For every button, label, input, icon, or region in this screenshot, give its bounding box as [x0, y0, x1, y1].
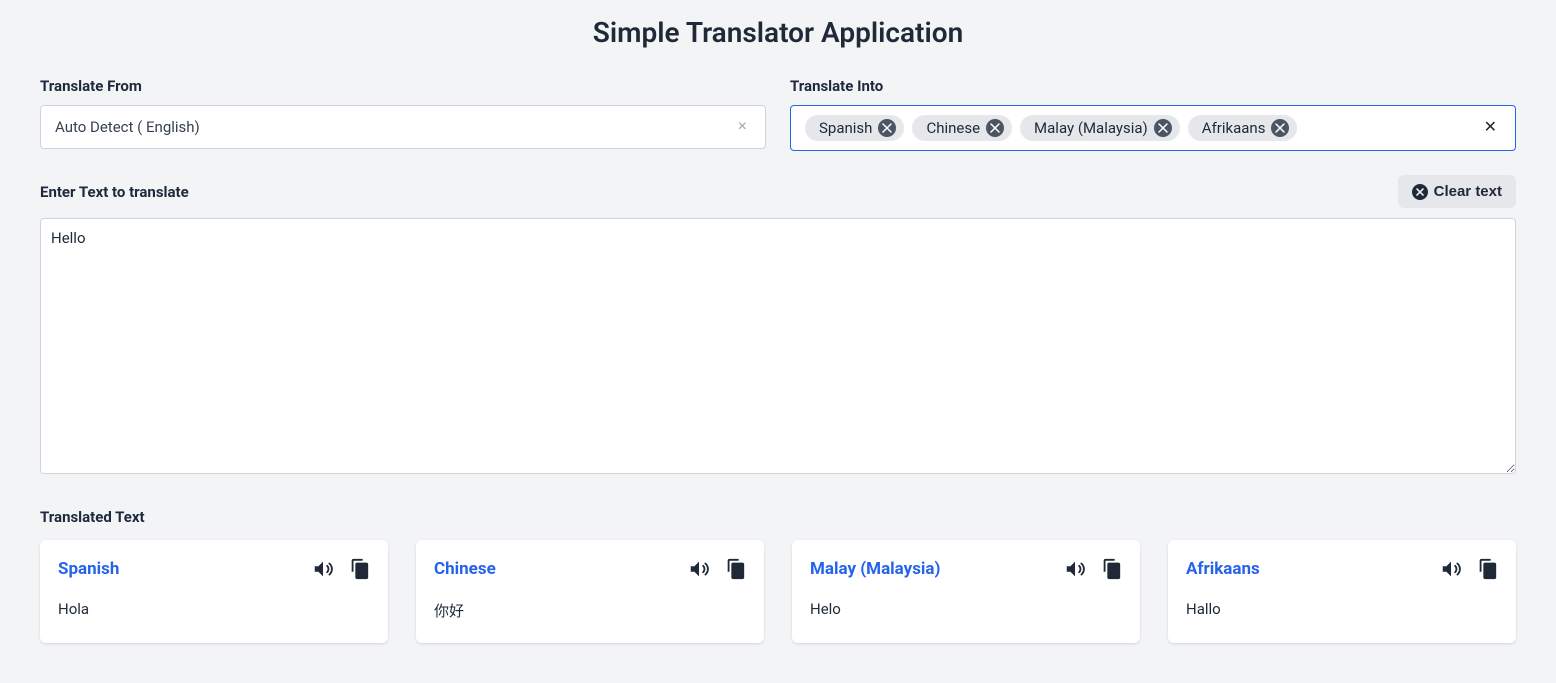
tag-malay: Malay (Malaysia): [1020, 115, 1180, 141]
tag-remove-malay[interactable]: [1154, 119, 1172, 137]
tag-remove-spanish[interactable]: [878, 119, 896, 137]
result-text: 你好: [434, 600, 746, 621]
result-text: Hola: [58, 600, 370, 618]
close-icon: ×: [738, 118, 747, 135]
tag-spanish: Spanish: [805, 115, 904, 141]
tag-label: Spanish: [819, 119, 872, 137]
enter-text-label: Enter Text to translate: [40, 183, 189, 201]
copy-icon[interactable]: [724, 558, 746, 580]
translate-into-clear[interactable]: ✕: [1480, 120, 1501, 136]
copy-icon[interactable]: [1100, 558, 1122, 580]
translate-into-tags: Spanish Chinese Malay (Malay: [805, 115, 1474, 141]
result-lang: Malay (Malaysia): [810, 559, 941, 579]
clear-text-label: Clear text: [1434, 183, 1502, 200]
result-card-chinese: Chinese 你好: [416, 540, 764, 643]
close-icon: [990, 123, 1000, 133]
translate-from-value: Auto Detect ( English): [55, 118, 200, 136]
result-lang: Afrikaans: [1186, 559, 1260, 579]
close-icon: ✕: [1484, 119, 1497, 136]
translated-text-label: Translated Text: [40, 508, 1516, 526]
result-lang: Chinese: [434, 559, 496, 579]
close-icon: [1275, 123, 1285, 133]
page-title: Simple Translator Application: [40, 16, 1516, 49]
result-card-malay: Malay (Malaysia) Helo: [792, 540, 1140, 643]
result-card-spanish: Spanish Hola: [40, 540, 388, 643]
result-text: Helo: [810, 600, 1122, 618]
translate-from-select[interactable]: Auto Detect ( English) ×: [40, 105, 766, 149]
close-icon: [882, 123, 892, 133]
translate-from-clear[interactable]: ×: [734, 119, 751, 135]
result-lang: Spanish: [58, 559, 119, 579]
tag-label: Chinese: [926, 119, 980, 137]
tag-afrikaans: Afrikaans: [1188, 115, 1298, 141]
tag-remove-chinese[interactable]: [986, 119, 1004, 137]
close-circle-icon: [1412, 184, 1428, 200]
copy-icon[interactable]: [348, 558, 370, 580]
speaker-icon[interactable]: [312, 558, 334, 580]
tag-remove-afrikaans[interactable]: [1271, 119, 1289, 137]
copy-icon[interactable]: [1476, 558, 1498, 580]
tag-label: Afrikaans: [1202, 119, 1266, 137]
speaker-icon[interactable]: [1064, 558, 1086, 580]
speaker-icon[interactable]: [1440, 558, 1462, 580]
translate-into-select[interactable]: Spanish Chinese Malay (Malay: [790, 105, 1516, 151]
clear-text-button[interactable]: Clear text: [1398, 175, 1516, 208]
result-card-afrikaans: Afrikaans Hallo: [1168, 540, 1516, 643]
speaker-icon[interactable]: [688, 558, 710, 580]
result-text: Hallo: [1186, 600, 1498, 618]
tag-label: Malay (Malaysia): [1034, 119, 1148, 137]
translate-input[interactable]: [40, 218, 1516, 474]
close-icon: [1158, 123, 1168, 133]
translate-from-label: Translate From: [40, 77, 766, 95]
tag-chinese: Chinese: [912, 115, 1012, 141]
translate-into-label: Translate Into: [790, 77, 1516, 95]
